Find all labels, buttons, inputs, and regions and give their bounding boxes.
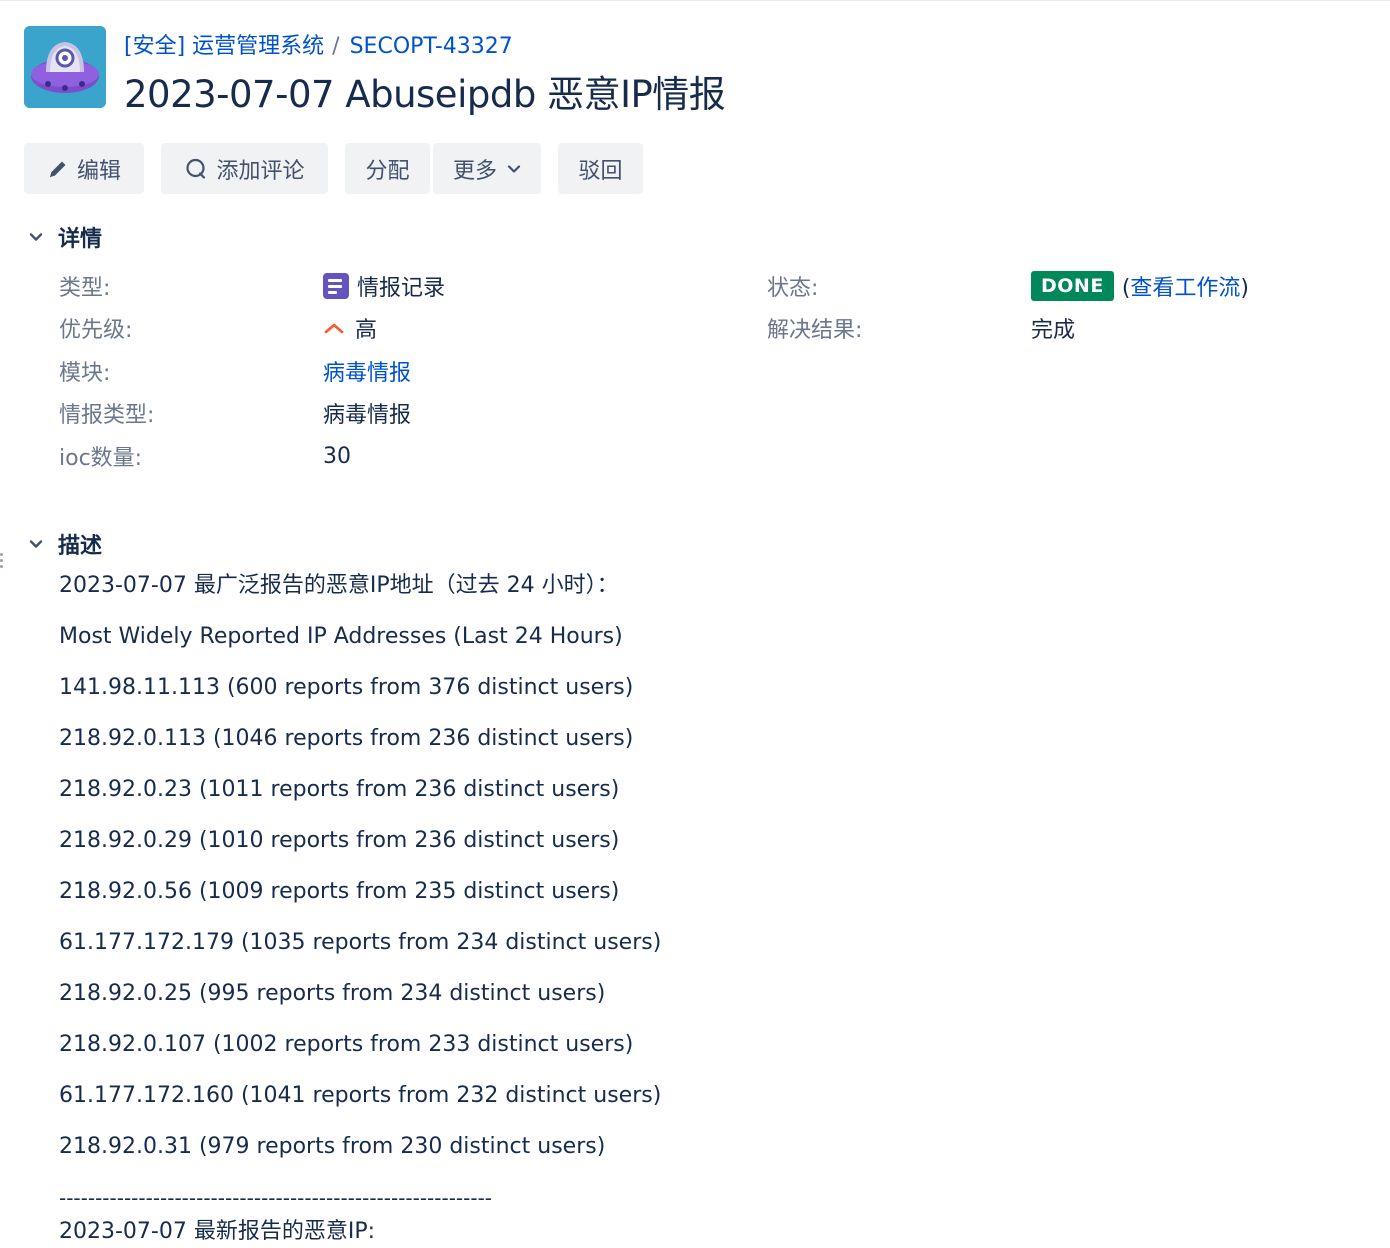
edit-button-label: 编辑 — [76, 158, 121, 184]
workflow-link-group: (查看工作流) — [1122, 270, 1249, 302]
description-line: 218.92.0.23 (1011 reports from 236 disti… — [59, 777, 620, 802]
breadcrumb: [安全] 运营管理系统 / SECOPT-43327 — [124, 28, 513, 60]
description-line: 218.92.0.29 (1010 reports from 236 disti… — [59, 828, 620, 853]
details-section-header[interactable]: 详情 — [24, 222, 102, 252]
chevron-down-icon[interactable] — [24, 225, 48, 249]
add-comment-button-label: 添加评论 — [216, 158, 305, 184]
intel-type-label: 情报类型: — [59, 403, 155, 428]
description-section-title: 描述 — [58, 534, 103, 559]
pencil-icon — [47, 158, 69, 180]
ioc-count-label-row: ioc数量: — [59, 438, 142, 474]
resolution-value: 完成 — [1031, 318, 1076, 343]
description-line: 61.177.172.160 (1041 reports from 232 di… — [59, 1083, 662, 1108]
ioc-count-label: ioc数量: — [59, 446, 143, 471]
description-line: 218.92.0.113 (1046 reports from 236 dist… — [59, 726, 634, 751]
intel-type-value-row: 病毒情报 — [323, 395, 411, 431]
priority-value: 高 — [355, 318, 378, 343]
intel-type-label-row: 情报类型: — [59, 395, 154, 431]
module-value-link[interactable]: 病毒情报 — [323, 355, 411, 387]
reject-button[interactable]: 驳回 — [558, 143, 643, 194]
breadcrumb-project-link[interactable]: [安全] 运营管理系统 — [124, 34, 324, 59]
reject-button-label: 驳回 — [578, 158, 623, 184]
ioc-count-value-row: 30 — [323, 438, 351, 474]
resolution-value-row: 完成 — [1031, 310, 1075, 346]
description-line: 2023-07-07 最广泛报告的恶意IP地址（过去 24 小时）： — [59, 573, 619, 598]
description-divider-line: ----------------------------------------… — [59, 1186, 493, 1210]
description-section-header[interactable]: 描述 — [24, 529, 102, 559]
status-label-row: 状态: — [767, 268, 818, 304]
module-label: 模块: — [59, 361, 111, 386]
assign-button-label: 分配 — [365, 158, 410, 184]
status-value-row: DONE (查看工作流) — [1031, 268, 1249, 304]
type-label-row: 类型: — [59, 268, 110, 304]
description-line: 61.177.172.179 (1035 reports from 234 di… — [59, 930, 662, 955]
status-label: 状态: — [767, 276, 819, 301]
edit-button[interactable]: 编辑 — [24, 143, 144, 194]
issue-title[interactable]: 2023-07-07 Abuseipdb 恶意IP情报 — [124, 64, 726, 118]
type-label: 类型: — [59, 276, 111, 301]
status-badge[interactable]: DONE — [1031, 271, 1114, 301]
intel-record-type-icon — [323, 273, 349, 299]
assign-button[interactable]: 分配 — [345, 143, 430, 194]
drag-handle-icon[interactable] — [0, 553, 4, 577]
description-line: 218.92.0.25 (995 reports from 234 distin… — [59, 981, 606, 1006]
priority-label-row: 优先级: — [59, 310, 132, 346]
more-actions-button[interactable]: 更多 — [433, 143, 541, 194]
top-border — [0, 0, 1390, 1]
description-line: 2023-07-07 最新报告的恶意IP: — [59, 1219, 376, 1244]
workflow-close-paren: ) — [1240, 276, 1250, 301]
resolution-label: 解决结果: — [767, 318, 863, 343]
priority-value-row: 高 — [323, 310, 377, 346]
comment-bubble-icon — [184, 157, 208, 181]
view-workflow-link[interactable]: 查看工作流 — [1130, 276, 1240, 301]
module-label-row: 模块: — [59, 353, 110, 389]
add-comment-button[interactable]: 添加评论 — [161, 143, 328, 194]
ioc-count-value: 30 — [323, 443, 351, 469]
description-line: 218.92.0.107 (1002 reports from 233 dist… — [59, 1032, 634, 1057]
resolution-label-row: 解决结果: — [767, 310, 862, 346]
breadcrumb-separator: / — [332, 34, 340, 59]
breadcrumb-issue-key-link[interactable]: SECOPT-43327 — [350, 34, 513, 59]
ufo-project-avatar-icon[interactable] — [24, 26, 106, 108]
description-line: 218.92.0.56 (1009 reports from 235 disti… — [59, 879, 620, 904]
module-value-row: 病毒情报 — [323, 353, 411, 389]
more-button-label: 更多 — [452, 158, 497, 184]
intel-type-value: 病毒情报 — [323, 403, 412, 428]
chevron-down-icon[interactable] — [24, 532, 48, 556]
type-value: 情报记录 — [357, 276, 446, 301]
description-line: 218.92.0.31 (979 reports from 230 distin… — [59, 1134, 606, 1159]
chevron-down-icon — [507, 162, 521, 176]
description-line: 141.98.11.113 (600 reports from 376 dist… — [59, 675, 634, 700]
details-section-title: 详情 — [58, 227, 103, 252]
priority-label: 优先级: — [59, 318, 133, 343]
type-value-row: 情报记录 — [323, 268, 445, 304]
priority-high-icon — [323, 317, 345, 339]
description-line: Most Widely Reported IP Addresses (Last … — [59, 624, 623, 649]
